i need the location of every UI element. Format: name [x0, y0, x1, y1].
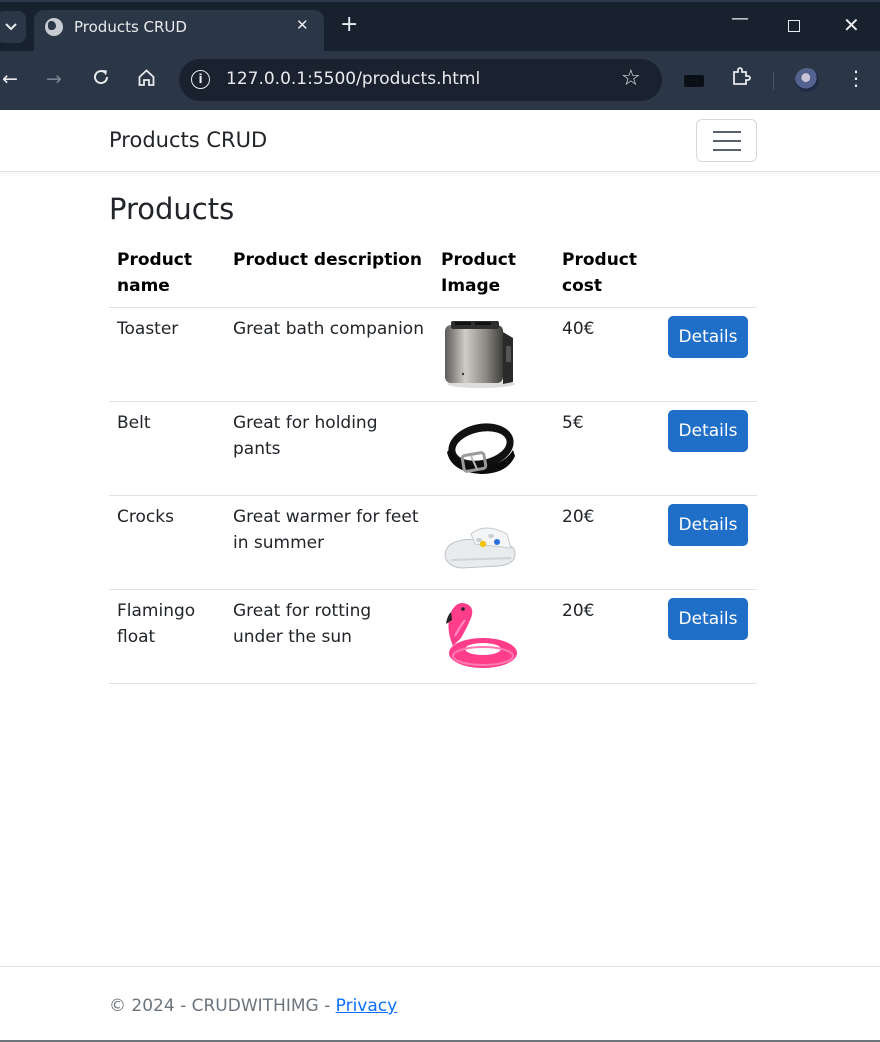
action-cell: Details [660, 401, 757, 496]
footer-copyright: © 2024 - CRUDWITHIMG - [109, 996, 336, 1016]
product-name: Toaster [109, 307, 225, 402]
product-image-cell [433, 589, 554, 684]
table-row: Flamingo float Great for rotting under t… [109, 589, 757, 684]
privacy-link[interactable]: Privacy [336, 996, 398, 1016]
column-header-image: Product Image [433, 240, 554, 308]
more-menu-icon[interactable]: ⋮ [846, 66, 866, 90]
product-image-cell [433, 401, 554, 496]
site-footer: © 2024 - CRUDWITHIMG - Privacy [0, 966, 880, 1042]
toaster-image [445, 321, 515, 388]
action-cell: Details [660, 495, 757, 590]
product-description: Great bath companion [225, 307, 433, 402]
product-name: Belt [109, 401, 225, 496]
hamburger-icon [713, 149, 741, 151]
product-image-cell [433, 495, 554, 590]
site-info-icon[interactable]: i [191, 70, 210, 89]
url-text[interactable]: 127.0.0.1:5500/products.html [226, 69, 480, 89]
profile-avatar[interactable] [795, 68, 819, 92]
chevron-down-icon [5, 23, 17, 31]
product-description: Great warmer for feet in summer [225, 495, 433, 590]
reload-icon[interactable] [92, 68, 110, 91]
belt-image [447, 423, 515, 474]
table-header-row: Product name Product description Product… [109, 240, 757, 308]
footer-text: © 2024 - CRUDWITHIMG - Privacy [109, 996, 397, 1016]
home-icon[interactable] [137, 68, 156, 92]
maximize-window-button[interactable] [788, 20, 800, 32]
bookmark-star-icon[interactable]: ☆ [621, 66, 641, 91]
address-bar[interactable]: i 127.0.0.1:5500/products.html ☆ [179, 59, 662, 101]
product-name: Crocks [109, 495, 225, 590]
table-row: Toaster Great bath companion 40€ Details [109, 307, 757, 402]
details-button[interactable]: Details [668, 504, 748, 546]
product-cost: 20€ [554, 589, 660, 684]
product-image-cell [433, 307, 554, 402]
product-description: Great for rotting under the sun [225, 589, 433, 684]
keyboard-icon[interactable] [684, 75, 704, 87]
product-cost: 5€ [554, 401, 660, 496]
column-header-cost: Product cost [554, 240, 660, 308]
forward-arrow-icon[interactable]: → [46, 68, 62, 90]
action-cell: Details [660, 589, 757, 684]
hamburger-icon [713, 140, 741, 142]
extensions-puzzle-icon[interactable] [730, 65, 752, 93]
minimize-window-button[interactable]: — [731, 8, 749, 29]
table-row: Belt Great for holding pants 5€ Details [109, 401, 757, 496]
product-description: Great for holding pants [225, 401, 433, 496]
details-button[interactable]: Details [668, 316, 748, 358]
browser-toolbar: ← → i 127.0.0.1:5500/products.html ☆ ⋮ [0, 51, 880, 110]
navbar-toggler-button[interactable] [696, 119, 757, 162]
flamingo-float-image [446, 603, 517, 668]
column-header-description: Product description [225, 240, 433, 308]
products-table: Product name Product description Product… [109, 240, 757, 684]
crocs-image [444, 527, 516, 569]
tab-title: Products CRUD [74, 18, 187, 36]
table-row: Crocks Great warmer for feet in summer 2… [109, 495, 757, 590]
browser-tab-active[interactable]: Products CRUD ✕ [34, 10, 324, 53]
product-name: Flamingo float [109, 589, 225, 684]
column-header-name: Product name [109, 240, 225, 308]
product-cost: 20€ [554, 495, 660, 590]
new-tab-button[interactable]: + [340, 13, 358, 37]
site-navbar: Products CRUD [0, 110, 880, 172]
tab-search-button[interactable] [0, 11, 26, 43]
column-header-actions [660, 240, 757, 308]
back-arrow-icon[interactable]: ← [2, 68, 18, 90]
close-window-button[interactable]: ✕ [843, 13, 860, 37]
globe-icon [45, 18, 63, 36]
hamburger-icon [713, 131, 741, 133]
details-button[interactable]: Details [668, 410, 748, 452]
tab-close-icon[interactable]: ✕ [296, 16, 309, 34]
toolbar-divider [773, 72, 774, 90]
page-title: Products [109, 192, 235, 226]
product-cost: 40€ [554, 307, 660, 402]
navbar-brand[interactable]: Products CRUD [109, 128, 267, 152]
action-cell: Details [660, 307, 757, 402]
details-button[interactable]: Details [668, 598, 748, 640]
browser-tab-strip: Products CRUD ✕ + — ✕ [0, 0, 880, 53]
